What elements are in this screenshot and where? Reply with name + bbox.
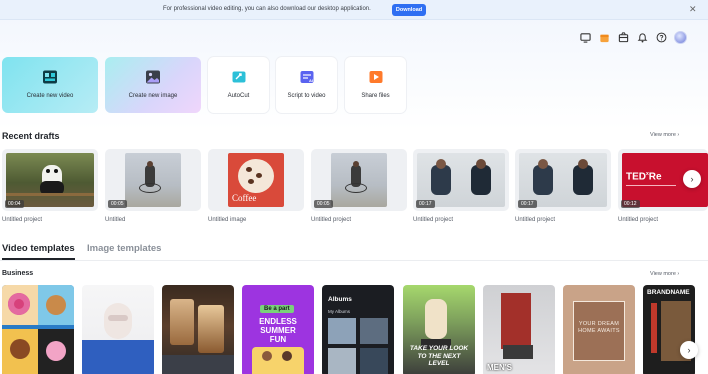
template-card[interactable] (82, 285, 154, 374)
user-avatar[interactable] (674, 31, 687, 44)
template-card[interactable]: Albums My Albums (322, 285, 394, 374)
duration-badge: 00:05 (314, 200, 333, 208)
template-caption: TAKE YOUR LOOK TO THE NEXT LEVEL (409, 345, 469, 367)
template-line: FUN (269, 335, 287, 344)
business-title: Business (2, 270, 34, 277)
drafts-view-more-link[interactable]: View more › (650, 132, 679, 138)
draft-thumbnail: Coffee (228, 153, 284, 207)
tab-divider (0, 260, 708, 261)
create-new-image-card[interactable]: Create new image (105, 57, 201, 113)
bell-icon[interactable] (636, 32, 648, 44)
template-card[interactable]: TAKE YOUR LOOK TO THE NEXT LEVEL (403, 285, 475, 374)
draft-thumbnail (6, 153, 94, 207)
tab-video-templates[interactable]: Video templates (2, 243, 75, 254)
template-caption: MEN'S (487, 363, 513, 372)
top-toolbar (579, 31, 687, 44)
share-files-card[interactable]: Share files (345, 57, 406, 113)
duration-badge: 00:12 (621, 200, 640, 208)
template-caption: BRANDNAME (647, 289, 690, 296)
draft-card[interactable]: 00:17 (413, 149, 509, 211)
script-to-video-card[interactable]: AI Script to video (276, 57, 337, 113)
template-card[interactable]: Be a part ENDLESS SUMMER FUN (242, 285, 314, 374)
card-label: Share files (361, 93, 390, 99)
draft-name: Untitled project (2, 217, 43, 223)
draft-card[interactable]: 00:04 (2, 149, 98, 211)
share-icon (369, 71, 382, 83)
active-tab-indicator (2, 258, 75, 260)
draft-thumbnail (125, 153, 181, 207)
template-card[interactable] (2, 285, 74, 374)
draft-card[interactable]: 00:17 (515, 149, 611, 211)
duration-badge: 00:04 (5, 200, 24, 208)
recent-drafts-title: Recent drafts (2, 131, 60, 141)
draft-name: Untitled project (515, 217, 556, 223)
duration-badge: 00:17 (416, 200, 435, 208)
script-icon: AI (300, 71, 313, 83)
template-card[interactable]: YOUR DREAM HOME AWAITS (563, 285, 635, 374)
template-tag: Be a part (260, 305, 294, 313)
banner-text: For professional video editing, you can … (163, 6, 371, 12)
create-new-video-card[interactable]: Create new video (2, 57, 98, 113)
close-icon[interactable]: ✕ (689, 4, 697, 15)
templates-next-arrow-icon[interactable]: › (680, 341, 698, 359)
drafts-next-arrow-icon[interactable]: › (683, 170, 701, 188)
card-label: AutoCut (227, 93, 250, 99)
card-label: Create new video (26, 93, 74, 99)
duration-badge: 00:17 (518, 200, 537, 208)
view-more-label: View more (650, 132, 676, 138)
template-card[interactable]: MEN'S (483, 285, 555, 374)
help-icon[interactable] (655, 32, 667, 44)
download-button[interactable]: Download (392, 4, 426, 16)
draft-thumbnail (417, 153, 505, 207)
autocut-icon (232, 71, 245, 83)
template-albums-sub: My Albums (328, 309, 351, 314)
draft-name: Untitled project (413, 217, 454, 223)
template-card[interactable] (162, 285, 234, 374)
draft-thumbnail (331, 153, 387, 207)
tab-image-templates[interactable]: Image templates (87, 243, 161, 254)
draft-name: Untitled (105, 217, 126, 223)
draft-card[interactable]: 00:05 (105, 149, 201, 211)
video-icon (43, 70, 57, 84)
gift-icon[interactable] (598, 32, 610, 44)
template-line: SUMMER (260, 326, 296, 335)
draft-name: Untitled project (618, 217, 659, 223)
box-icon[interactable] (617, 32, 629, 44)
draft-name: Untitled project (311, 217, 352, 223)
desktop-icon[interactable] (579, 32, 591, 44)
template-line: ENDLESS (259, 317, 297, 326)
svg-text:AI: AI (309, 78, 313, 83)
view-more-label: View more (650, 271, 676, 277)
draft-name: Untitled image (208, 217, 247, 223)
image-icon (146, 70, 160, 84)
card-label: Create new image (128, 93, 178, 99)
business-view-more-link[interactable]: View more › (650, 271, 679, 277)
draft-card[interactable]: Coffee (208, 149, 304, 211)
autocut-card[interactable]: AutoCut (208, 57, 269, 113)
template-caption: YOUR DREAM HOME AWAITS (578, 321, 620, 334)
download-banner: For professional video editing, you can … (0, 0, 708, 20)
draft-thumbnail (519, 153, 607, 207)
template-card[interactable]: BRANDNAME (643, 285, 695, 374)
duration-badge: 00:05 (108, 200, 127, 208)
draft-card[interactable]: 00:05 (311, 149, 407, 211)
card-label: Script to video (287, 93, 326, 99)
template-albums-title: Albums (328, 296, 352, 303)
